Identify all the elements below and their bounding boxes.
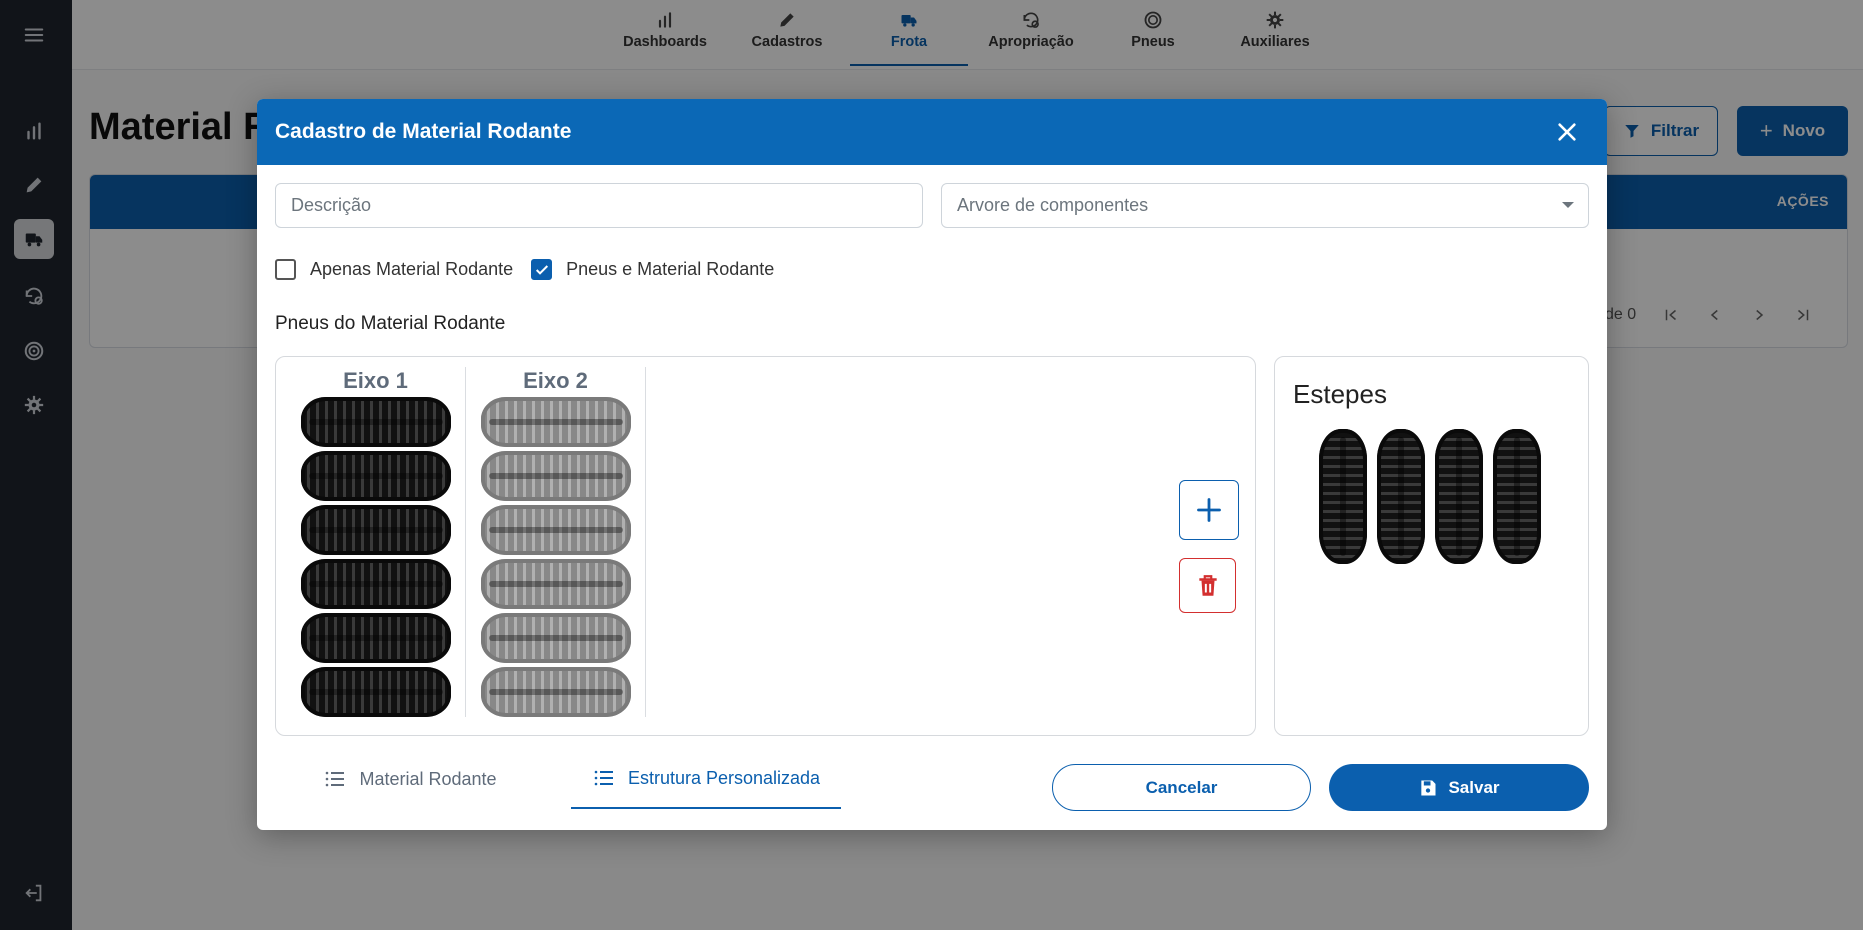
checkmark-icon (535, 264, 548, 275)
spare-tires-row (1319, 429, 1541, 564)
tire[interactable] (300, 397, 451, 447)
tire[interactable] (480, 505, 631, 555)
spare-tire[interactable] (1319, 429, 1367, 564)
tire[interactable] (480, 613, 631, 663)
tire[interactable] (480, 397, 631, 447)
tab-material-rodante[interactable]: Material Rodante (275, 749, 545, 809)
tire[interactable] (480, 667, 631, 717)
tire[interactable] (300, 559, 451, 609)
spare-tire[interactable] (1377, 429, 1425, 564)
add-axle-button[interactable] (1179, 480, 1239, 540)
tire[interactable] (480, 559, 631, 609)
axle-title: Eixo 2 (523, 368, 588, 393)
axle-1: Eixo 1 (286, 367, 466, 717)
modal-header: Cadastro de Material Rodante (257, 99, 1607, 165)
description-input[interactable] (291, 195, 922, 216)
list-icon (594, 770, 613, 786)
delete-axle-button[interactable] (1179, 558, 1236, 613)
spare-tire[interactable] (1435, 429, 1483, 564)
tire[interactable] (300, 613, 451, 663)
spare-title: Estepes (1293, 379, 1387, 409)
tab-label: Material Rodante (359, 768, 497, 789)
tires-and-material-label: Pneus e Material Rodante (566, 259, 775, 279)
chevron-down-icon (1562, 202, 1574, 208)
component-tree-select[interactable]: Arvore de componentes (941, 183, 1589, 228)
plus-icon (1197, 498, 1221, 522)
trash-icon (1198, 574, 1217, 596)
only-material-checkbox[interactable] (275, 259, 296, 280)
material-rodante-modal: Cadastro de Material Rodante Arvore de c… (257, 99, 1607, 830)
save-label: Salvar (1448, 777, 1500, 797)
save-icon (1421, 780, 1436, 795)
tab-estrutura-personalizada[interactable]: Estrutura Personalizada (571, 749, 841, 809)
save-button[interactable]: Salvar (1329, 764, 1589, 811)
spare-tires-panel: Estepes (1274, 356, 1589, 736)
cancel-label: Cancelar (1145, 777, 1218, 797)
spare-tire[interactable] (1493, 429, 1541, 564)
cancel-button[interactable]: Cancelar (1052, 764, 1311, 811)
description-field[interactable] (275, 183, 923, 228)
close-icon[interactable] (1553, 118, 1581, 146)
section-label: Pneus do Material Rodante (275, 313, 506, 334)
tab-label: Estrutura Personalizada (627, 767, 821, 788)
axle-title: Eixo 1 (343, 368, 408, 393)
tire[interactable] (300, 667, 451, 717)
tire[interactable] (300, 505, 451, 555)
tires-and-material-checkbox[interactable] (531, 259, 553, 280)
axle-2: Eixo 2 (466, 367, 646, 717)
modal-title: Cadastro de Material Rodante (275, 120, 572, 143)
checkbox-group: Apenas Material Rodante Pneus e Material… (275, 259, 774, 280)
component-tree-placeholder: Arvore de componentes (957, 195, 1149, 215)
axles-panel: Eixo 1 Eixo 2 (275, 356, 1256, 736)
only-material-label: Apenas Material Rodante (310, 259, 514, 279)
tire[interactable] (480, 451, 631, 501)
list-icon (326, 771, 345, 787)
tire[interactable] (300, 451, 451, 501)
